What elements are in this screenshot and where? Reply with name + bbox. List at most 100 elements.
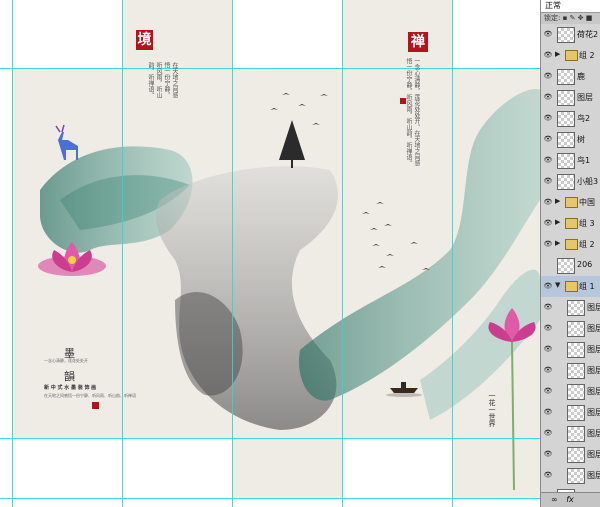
right-bottom-text: 一花一世界 <box>488 392 496 427</box>
folder-icon <box>565 281 578 292</box>
layer-name: 图层 <box>587 345 600 354</box>
layer-name: 组 3 <box>579 219 595 228</box>
expand-arrow-down-icon[interactable]: ▼ <box>555 281 560 289</box>
visibility-eye-icon[interactable]: 👁 <box>543 177 553 185</box>
layer-row[interactable]: 👁 ▶ 组 2 <box>541 45 600 67</box>
fx-button[interactable]: fx <box>566 495 574 504</box>
folder-icon <box>565 239 578 250</box>
visibility-eye-icon[interactable]: 👁 <box>543 156 553 164</box>
layer-name: 图层 <box>587 387 600 396</box>
layer-row[interactable]: 👁 ▶ 中国 <box>541 192 600 214</box>
layer-name: 鸟1 <box>577 156 591 165</box>
layer-name: 图层 <box>587 303 600 312</box>
visibility-eye-icon[interactable]: 👁 <box>543 240 553 248</box>
document-canvas[interactable]: 境 禅 在天地之间感悟一份宁静，听风雨，听山韵，听禅语。 一念心清静，莲花处处开… <box>0 0 540 507</box>
visibility-eye-icon[interactable]: 👁 <box>543 450 553 458</box>
guide-line <box>122 0 123 507</box>
visibility-eye-icon[interactable]: 👁 <box>543 114 553 122</box>
visibility-eye-icon[interactable]: 👁 <box>543 345 553 353</box>
layer-name: 图层 <box>587 450 600 459</box>
layer-row[interactable]: 👁 鹿 <box>541 66 600 88</box>
layer-row[interactable]: 👁 鸟2 <box>541 108 600 130</box>
layer-row[interactable]: 👁 鸟1 <box>541 150 600 172</box>
visibility-eye-icon[interactable]: 👁 <box>543 51 553 59</box>
layer-row[interactable]: 👁 图层 <box>541 297 600 319</box>
guide-line <box>12 0 13 507</box>
lock-icons[interactable]: ▪ ✎ ✥ ■ <box>563 14 593 22</box>
visibility-eye-icon[interactable]: 👁 <box>543 429 553 437</box>
guide-line <box>452 0 453 507</box>
layer-row[interactable]: 👁 图层 <box>541 318 600 340</box>
link-icon[interactable]: ∞ <box>551 495 558 504</box>
layer-name: 鸟2 <box>577 114 591 123</box>
layer-row[interactable]: 👁 小船3 <box>541 171 600 193</box>
visibility-eye-icon[interactable]: 👁 <box>543 471 553 479</box>
artwork-illustration <box>12 0 540 498</box>
layer-thumbnail <box>557 90 575 106</box>
layer-name: 图层 <box>587 429 600 438</box>
layer-row[interactable]: 👁 荷花2 <box>541 24 600 46</box>
guide-line <box>0 68 540 69</box>
layer-thumbnail <box>567 300 585 316</box>
visibility-eye-icon[interactable]: 👁 <box>543 282 553 290</box>
visibility-eye-icon[interactable]: 👁 <box>543 387 553 395</box>
layer-thumbnail <box>557 69 575 85</box>
visibility-eye-icon[interactable]: 👁 <box>543 72 553 80</box>
layer-row[interactable]: 👁 图层 <box>541 402 600 424</box>
layer-row[interactable]: 👁 图层 <box>541 444 600 466</box>
layer-row[interactable]: 👁 图层 <box>541 465 600 487</box>
seal-left: 境 <box>136 30 153 50</box>
visibility-eye-icon[interactable]: 👁 <box>543 324 553 332</box>
visibility-eye-icon[interactable]: 👁 <box>543 30 553 38</box>
visibility-eye-icon[interactable]: 👁 <box>543 135 553 143</box>
layer-name: 图层 <box>587 324 600 333</box>
seal-right: 禅 <box>408 32 428 52</box>
expand-arrow-right-icon[interactable]: ▶ <box>555 50 560 58</box>
expand-arrow-right-icon[interactable]: ▶ <box>555 218 560 226</box>
layer-name: 图层 <box>587 366 600 375</box>
layer-thumbnail <box>557 111 575 127</box>
layer-name: 荷花2 <box>577 30 599 39</box>
layer-thumbnail <box>557 174 575 190</box>
layer-row[interactable]: 👁 树 <box>541 129 600 151</box>
layer-thumbnail <box>567 405 585 421</box>
visibility-eye-icon[interactable]: 👁 <box>543 219 553 227</box>
layer-name: 206 <box>577 260 593 269</box>
expand-arrow-right-icon[interactable]: ▶ <box>555 239 560 247</box>
layer-row[interactable]: 👁 ▼ 组 1 <box>541 276 600 298</box>
visibility-eye-icon[interactable]: 👁 <box>543 198 553 206</box>
small-seal-stamp <box>92 402 99 409</box>
layer-row[interactable]: 206 <box>541 255 600 277</box>
folder-icon <box>565 197 578 208</box>
visibility-eye-icon[interactable]: 👁 <box>543 303 553 311</box>
visibility-eye-icon[interactable]: 👁 <box>543 366 553 374</box>
layer-thumbnail <box>567 363 585 379</box>
visibility-eye-icon[interactable]: 👁 <box>543 93 553 101</box>
layer-row[interactable]: 👁 图层 <box>541 339 600 361</box>
layer-name: 中国 <box>579 198 595 207</box>
layer-name: 组 2 <box>579 51 595 60</box>
layer-row[interactable]: 👁 图层 <box>541 87 600 109</box>
layer-name: 组 1 <box>579 282 595 291</box>
expand-arrow-right-icon[interactable]: ▶ <box>555 197 560 205</box>
layer-name: 图层 <box>577 93 593 102</box>
series-line: 新 中 式 水 墨 装 饰 画 <box>44 385 97 391</box>
layer-row[interactable]: 👁 图层 <box>541 360 600 382</box>
lock-label: 锁定: <box>544 14 561 22</box>
layer-row[interactable]: 👁 图层 <box>541 423 600 445</box>
folder-icon <box>565 50 578 61</box>
layer-thumbnail <box>557 153 575 169</box>
small-caption: 在天地之间感悟一份宁静、听风雨、听山韵、听禅语 <box>44 393 136 398</box>
blend-mode-select[interactable]: 正常 <box>541 0 600 13</box>
visibility-eye-icon[interactable] <box>543 261 553 269</box>
layer-name: 树 <box>577 135 585 144</box>
layer-name: 小船3 <box>577 177 599 186</box>
visibility-eye-icon[interactable]: 👁 <box>543 408 553 416</box>
layer-row[interactable]: 👁 图层 <box>541 381 600 403</box>
layer-thumbnail <box>557 258 575 274</box>
layer-row[interactable]: 👁 ▶ 组 2 <box>541 234 600 256</box>
layer-name: 图层 <box>587 408 600 417</box>
layer-row[interactable]: 👁 ▶ 组 3 <box>541 213 600 235</box>
guide-line <box>232 0 233 507</box>
layer-thumbnail <box>567 321 585 337</box>
